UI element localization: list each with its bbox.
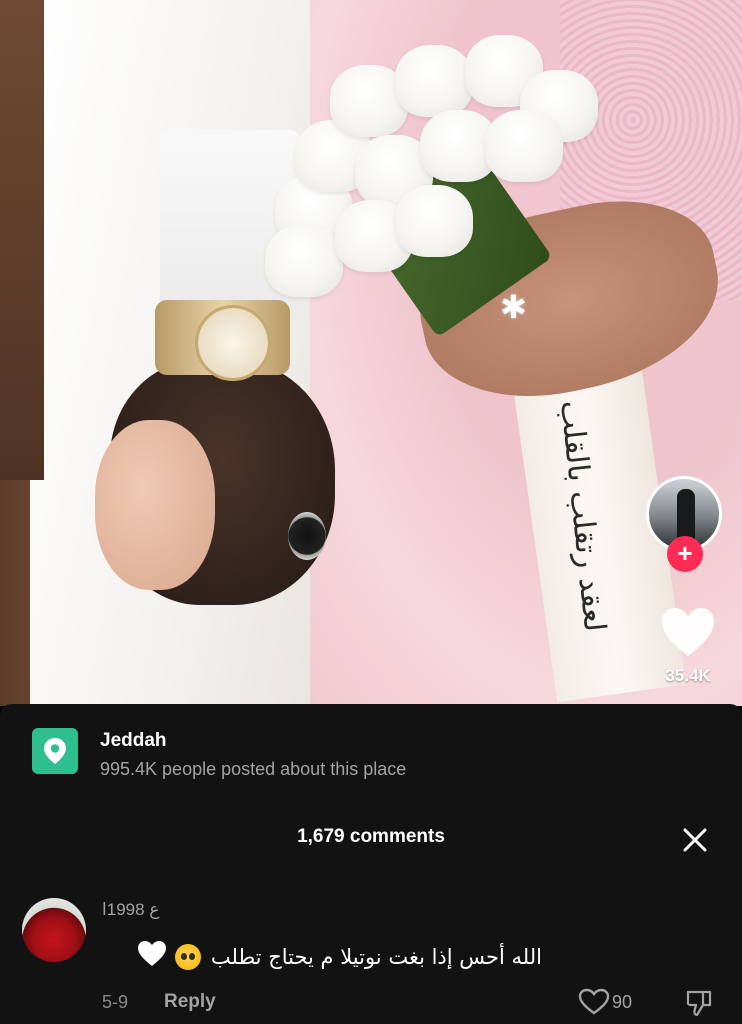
tulip-bouquet: [255, 25, 605, 305]
onyx-ring: [288, 512, 326, 560]
comment-date: 5-9: [102, 992, 129, 1012]
reply-button[interactable]: Reply: [164, 991, 216, 1013]
white-heart-emoji: [137, 940, 167, 974]
comments-sheet: [0, 704, 742, 1024]
location-pin-icon[interactable]: [32, 728, 78, 774]
follow-button[interactable]: +: [667, 536, 703, 572]
heart-icon[interactable]: [660, 606, 716, 658]
comment-text: الله أحس إذا بغت نوتيلا م يحتاج تطلب: [210, 945, 542, 969]
comment-body: الله أحس إذا بغت نوتيلا م يحتاج تطلب: [102, 940, 542, 974]
watch-face: [195, 305, 271, 381]
brown-coat: [0, 0, 44, 480]
like-count: 35.4K: [665, 666, 711, 685]
avatar[interactable]: [22, 898, 86, 962]
video-frame[interactable]: لعقد رتقلب بالقلب ✱: [0, 0, 742, 706]
comment-username[interactable]: ع 1998ا: [102, 900, 159, 920]
close-icon[interactable]: [680, 825, 710, 855]
dislike-icon[interactable]: [684, 988, 714, 1018]
location-name[interactable]: Jeddah: [100, 730, 167, 752]
diamond-ring: ✱: [500, 289, 527, 325]
bride-fingers: [95, 420, 215, 590]
comment-like-count: 90: [612, 992, 633, 1012]
comments-count: 1,679 comments: [297, 826, 445, 847]
pleading-face-emoji: [174, 944, 201, 970]
location-subtitle: 995.4K people posted about this place: [100, 759, 407, 779]
comment-like-icon[interactable]: [578, 988, 610, 1016]
screen: لعقد رتقلب بالقلب ✱ + 35.4K Jeddah 995.4…: [0, 0, 742, 1024]
